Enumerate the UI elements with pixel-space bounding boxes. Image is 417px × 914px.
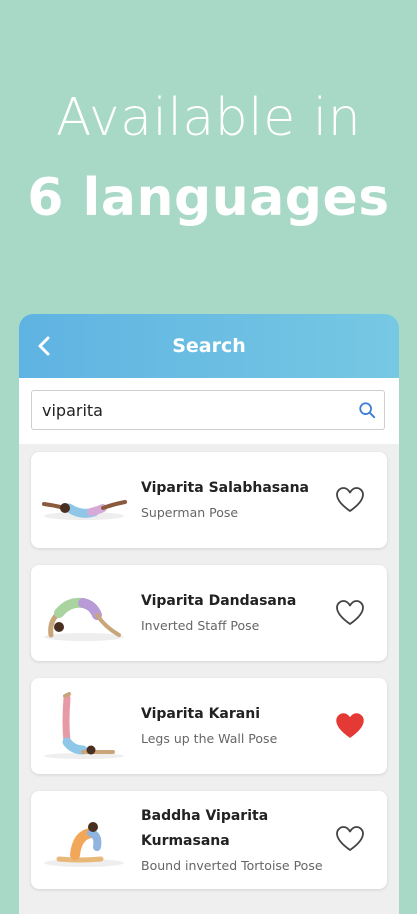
pose-name: Viparita Dandasana bbox=[141, 593, 297, 609]
heart-outline-icon[interactable] bbox=[335, 825, 365, 853]
pose-english-name: Legs up the Wall Pose bbox=[141, 731, 278, 746]
pose-illustration-icon bbox=[44, 822, 124, 867]
result-text: Viparita Salabhasana Superman Pose bbox=[141, 452, 326, 548]
pose-name: Baddha Viparita Kurmasana bbox=[141, 807, 269, 849]
result-text: Viparita Dandasana Inverted Staff Pose bbox=[141, 565, 326, 661]
app-bar: Search bbox=[19, 314, 399, 378]
chevron-left-icon[interactable] bbox=[33, 334, 57, 358]
result-text: Baddha Viparita Kurmasana Bound inverted… bbox=[141, 791, 326, 889]
headline-line-2: 6 languages bbox=[27, 168, 390, 228]
headline-line-1: Available in bbox=[55, 88, 362, 148]
search-bar bbox=[19, 378, 399, 444]
heart-filled-icon[interactable] bbox=[335, 712, 365, 740]
pose-name: Viparita Salabhasana bbox=[141, 480, 309, 496]
app-screen: Search Viparita Salabhasana Superma bbox=[19, 314, 399, 914]
pose-english-name: Bound inverted Tortoise Pose bbox=[141, 857, 323, 873]
pose-english-name: Superman Pose bbox=[141, 505, 239, 520]
result-text: Viparita Karani Legs up the Wall Pose bbox=[141, 678, 326, 774]
list-item[interactable]: Viparita Dandasana Inverted Staff Pose bbox=[31, 565, 387, 661]
pose-illustration-icon bbox=[42, 500, 127, 520]
heart-outline-icon[interactable] bbox=[335, 599, 365, 627]
list-item[interactable]: Baddha Viparita Kurmasana Bound inverted… bbox=[31, 791, 387, 889]
pose-illustration-icon bbox=[44, 597, 124, 641]
pose-english-name: Inverted Staff Pose bbox=[141, 618, 260, 633]
page-title: Search bbox=[172, 335, 246, 357]
pose-name: Viparita Karani bbox=[141, 706, 260, 722]
search-field[interactable] bbox=[31, 390, 385, 431]
list-item[interactable]: Viparita Karani Legs up the Wall Pose bbox=[31, 678, 387, 774]
pose-illustration-icon bbox=[44, 692, 124, 759]
heart-outline-icon[interactable] bbox=[335, 486, 365, 514]
search-icon[interactable] bbox=[358, 401, 376, 419]
list-item[interactable]: Viparita Salabhasana Superman Pose bbox=[31, 452, 387, 548]
search-input[interactable] bbox=[40, 391, 344, 431]
promo-headline: Available in 6 languages bbox=[0, 78, 417, 238]
